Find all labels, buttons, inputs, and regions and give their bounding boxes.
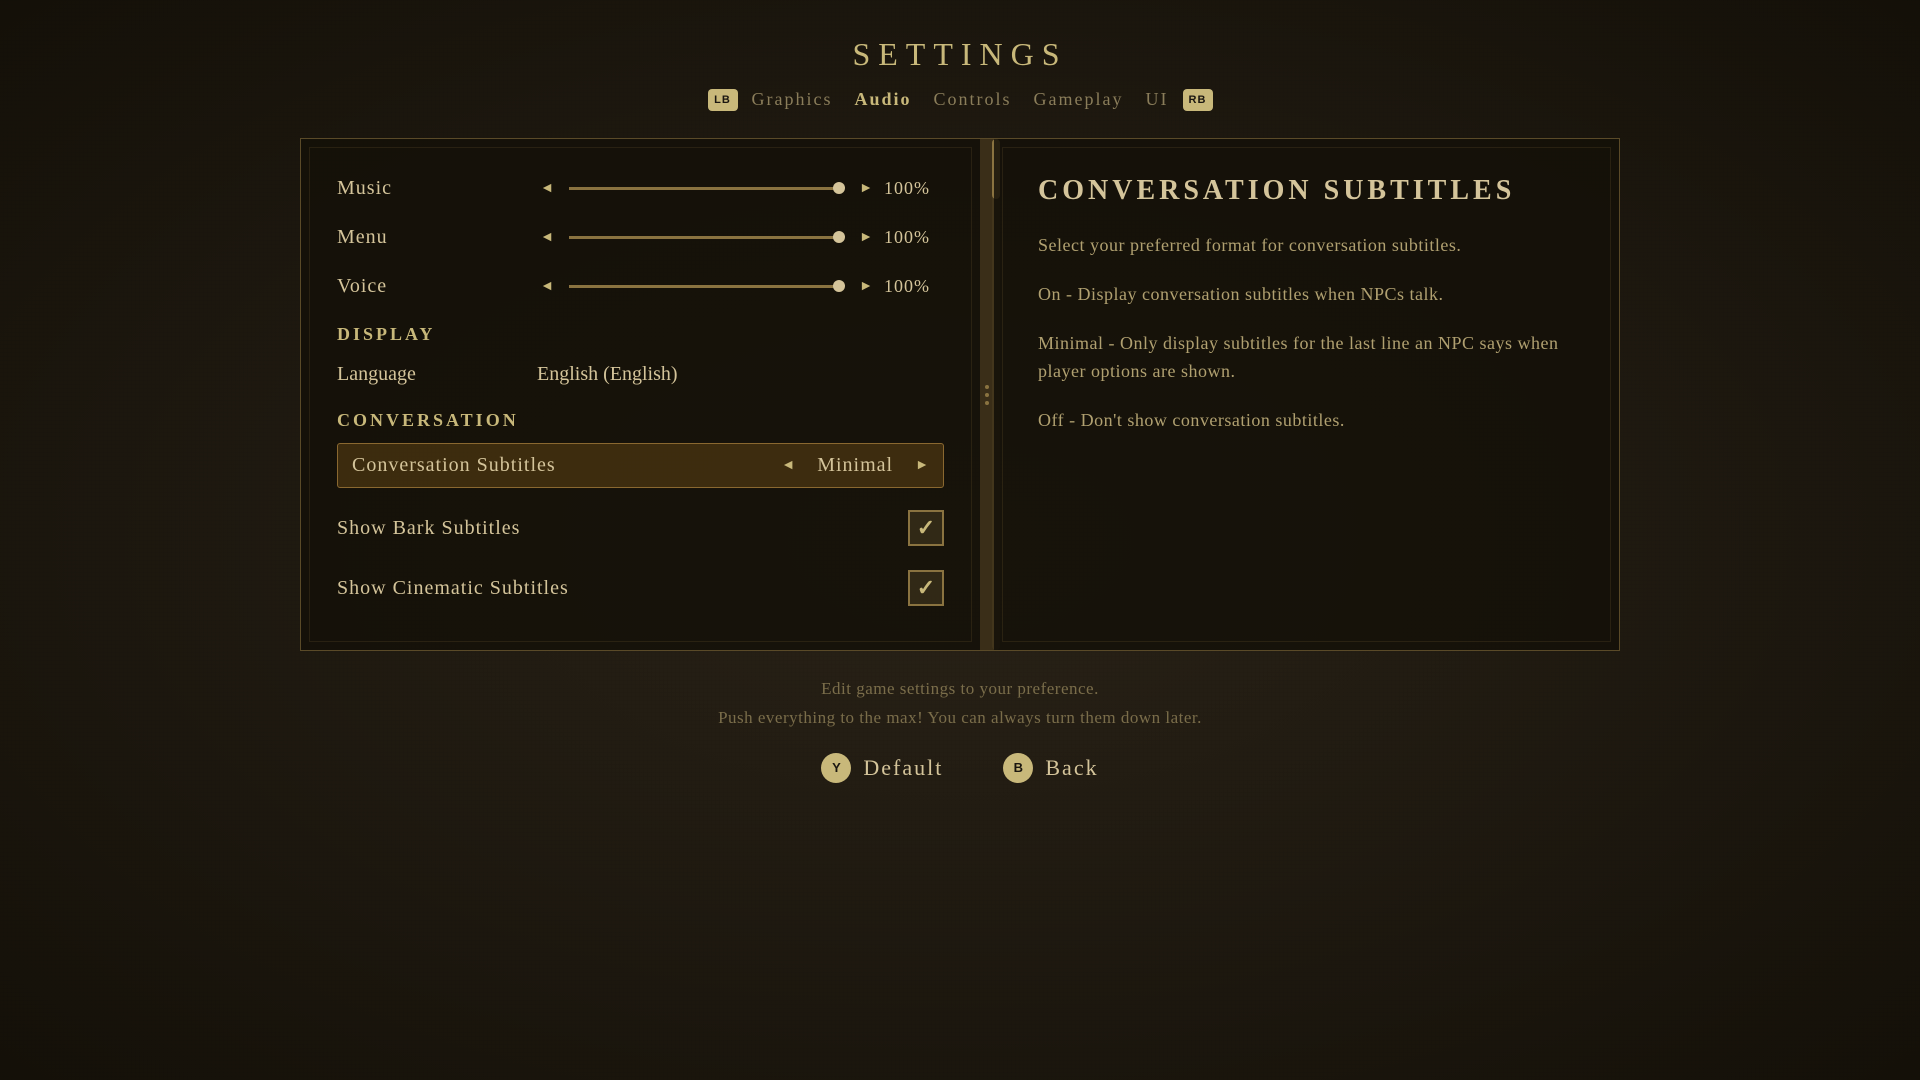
right-panel: CONVERSATION SUBTITLES Select your prefe… bbox=[994, 138, 1620, 651]
divider-dot-1 bbox=[985, 385, 989, 389]
menu-value: 100% bbox=[884, 227, 944, 248]
left-panel: Music ◄ ► 100% Menu ◄ bbox=[300, 138, 980, 651]
display-section-header: DISPLAY bbox=[337, 324, 944, 345]
voice-slider-container: ◄ ► 100% bbox=[537, 276, 944, 297]
back-label: Back bbox=[1045, 755, 1098, 781]
default-badge: Y bbox=[821, 753, 851, 783]
info-text-3: Minimal - Only display subtitles for the… bbox=[1038, 329, 1575, 387]
conv-inc-button[interactable]: ► bbox=[915, 458, 929, 474]
bark-subtitles-label: Show Bark Subtitles bbox=[337, 517, 908, 540]
conv-value: Minimal bbox=[805, 454, 905, 477]
menu-inc-button[interactable]: ► bbox=[856, 230, 876, 246]
info-text-1: Select your preferred format for convers… bbox=[1038, 231, 1575, 260]
voice-value: 100% bbox=[884, 276, 944, 297]
footer-hint: Edit game settings to your preference. P… bbox=[718, 675, 1202, 733]
divider-dot-3 bbox=[985, 401, 989, 405]
cinematic-subtitles-checkbox[interactable]: ✓ bbox=[908, 570, 944, 606]
conv-subtitles-label: Conversation Subtitles bbox=[352, 454, 781, 477]
nav-tabs: LB Graphics Audio Controls Gameplay UI R… bbox=[708, 85, 1213, 114]
cinematic-subtitles-label: Show Cinematic Subtitles bbox=[337, 577, 908, 600]
language-row: Language English (English) bbox=[337, 357, 944, 392]
music-dec-button[interactable]: ◄ bbox=[537, 181, 557, 197]
menu-label: Menu bbox=[337, 226, 537, 249]
bark-check-icon: ✓ bbox=[917, 515, 935, 541]
main-content: Music ◄ ► 100% Menu ◄ bbox=[300, 138, 1620, 651]
header: SETTINGS LB Graphics Audio Controls Game… bbox=[708, 36, 1213, 114]
music-value: 100% bbox=[884, 178, 944, 199]
music-row: Music ◄ ► 100% bbox=[337, 169, 944, 208]
voice-dec-button[interactable]: ◄ bbox=[537, 279, 557, 295]
info-text-2: On - Display conversation subtitles when… bbox=[1038, 280, 1575, 309]
conv-value-container: ◄ Minimal ► bbox=[781, 454, 929, 477]
voice-slider-track[interactable] bbox=[569, 285, 844, 288]
tab-controls[interactable]: Controls bbox=[926, 85, 1020, 114]
music-inc-button[interactable]: ► bbox=[856, 181, 876, 197]
lb-badge[interactable]: LB bbox=[708, 89, 738, 111]
menu-dec-button[interactable]: ◄ bbox=[537, 230, 557, 246]
rb-badge[interactable]: RB bbox=[1183, 89, 1213, 111]
cinematic-subtitles-row: Show Cinematic Subtitles ✓ bbox=[337, 560, 944, 616]
bark-subtitles-checkbox[interactable]: ✓ bbox=[908, 510, 944, 546]
menu-slider-track[interactable] bbox=[569, 236, 844, 239]
music-slider-track[interactable] bbox=[569, 187, 844, 190]
music-label: Music bbox=[337, 177, 537, 200]
bottom-buttons: Y Default B Back bbox=[718, 753, 1202, 783]
back-badge: B bbox=[1003, 753, 1033, 783]
voice-inc-button[interactable]: ► bbox=[856, 279, 876, 295]
bark-subtitles-row: Show Bark Subtitles ✓ bbox=[337, 500, 944, 556]
voice-label: Voice bbox=[337, 275, 537, 298]
tab-ui[interactable]: UI bbox=[1138, 85, 1177, 114]
cinematic-check-icon: ✓ bbox=[917, 575, 935, 601]
menu-row: Menu ◄ ► 100% bbox=[337, 218, 944, 257]
tab-audio[interactable]: Audio bbox=[846, 85, 919, 114]
info-title: CONVERSATION SUBTITLES bbox=[1038, 175, 1575, 207]
menu-slider-container: ◄ ► 100% bbox=[537, 227, 944, 248]
conversation-section-header: CONVERSATION bbox=[337, 410, 944, 431]
language-label: Language bbox=[337, 363, 537, 386]
default-button[interactable]: Y Default bbox=[821, 753, 943, 783]
conversation-subtitles-row[interactable]: Conversation Subtitles ◄ Minimal ► bbox=[337, 443, 944, 488]
voice-row: Voice ◄ ► 100% bbox=[337, 267, 944, 306]
back-button[interactable]: B Back bbox=[1003, 753, 1098, 783]
footer-hint-line2: Push everything to the max! You can alwa… bbox=[718, 704, 1202, 733]
music-slider-container: ◄ ► 100% bbox=[537, 178, 944, 199]
footer: Edit game settings to your preference. P… bbox=[718, 675, 1202, 783]
divider-dot-2 bbox=[985, 393, 989, 397]
tab-gameplay[interactable]: Gameplay bbox=[1026, 85, 1132, 114]
info-text-4: Off - Don't show conversation subtitles. bbox=[1038, 406, 1575, 435]
default-label: Default bbox=[863, 755, 943, 781]
footer-hint-line1: Edit game settings to your preference. bbox=[718, 675, 1202, 704]
conv-dec-button[interactable]: ◄ bbox=[781, 458, 795, 474]
tab-graphics[interactable]: Graphics bbox=[744, 85, 841, 114]
language-value: English (English) bbox=[537, 363, 678, 386]
page-wrapper: SETTINGS LB Graphics Audio Controls Game… bbox=[0, 0, 1920, 1080]
page-title: SETTINGS bbox=[708, 36, 1213, 73]
